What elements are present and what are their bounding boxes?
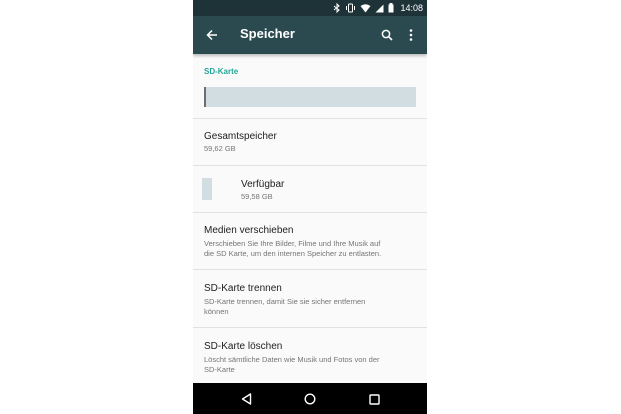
available-storage-value: 59,58 GB <box>241 192 273 201</box>
unmount-sd-card-subtitle-line-1: SD-Karte trennen, damit Sie sie sicher e… <box>204 297 366 306</box>
status-time: 14:08 <box>400 3 423 13</box>
total-storage-value: 59,62 GB <box>204 144 236 153</box>
total-storage-title: Gesamtspeicher <box>204 131 277 142</box>
erase-sd-card-title: SD-Karte löschen <box>204 341 283 352</box>
divider <box>193 165 427 166</box>
cell-signal-icon <box>375 4 384 13</box>
divider <box>193 212 427 213</box>
back-arrow-icon <box>206 29 217 41</box>
divider <box>193 118 427 119</box>
back-triangle-icon <box>241 393 251 405</box>
nav-back-button[interactable] <box>235 388 257 410</box>
move-media-title: Medien verschieben <box>204 225 294 236</box>
wifi-icon <box>360 3 371 13</box>
move-media-subtitle-line-1: Verschieben Sie Ihre Bilder, Filme und I… <box>204 239 381 248</box>
home-circle-icon <box>304 393 316 405</box>
available-storage-title: Verfügbar <box>241 179 285 190</box>
move-media-subtitle-line-2: die SD Karte, um den internen Speicher z… <box>204 249 382 258</box>
unmount-sd-card-title: SD-Karte trennen <box>204 283 282 294</box>
bluetooth-icon <box>333 3 341 13</box>
available-legend-swatch <box>202 178 212 200</box>
app-bar: Speicher <box>193 16 427 54</box>
search-icon <box>381 29 393 41</box>
erase-sd-card-subtitle-line-1: Löscht sämtliche Daten wie Musik und Fot… <box>204 355 380 364</box>
storage-used-fill <box>204 87 207 107</box>
status-icons: 14:08 <box>333 0 423 16</box>
nav-home-button[interactable] <box>299 388 321 410</box>
page-title: Speicher <box>240 26 295 41</box>
phone-screen: 14:08 Speicher SD-Karte Gesamtspeicher 5… <box>193 0 427 414</box>
search-button[interactable] <box>377 25 397 45</box>
more-vert-icon <box>409 29 413 41</box>
storage-settings-list: SD-Karte Gesamtspeicher 59,62 GB Verfügb… <box>193 54 427 383</box>
vibrate-icon <box>345 3 356 13</box>
battery-icon <box>388 3 394 13</box>
unmount-sd-card-subtitle-line-2: können <box>204 307 229 316</box>
back-button[interactable] <box>201 24 223 46</box>
recents-square-icon <box>368 393 380 405</box>
divider <box>193 327 427 328</box>
sd-card-section-header: SD-Karte <box>204 67 239 76</box>
nav-recents-button[interactable] <box>363 388 385 410</box>
status-bar: 14:08 <box>193 0 427 16</box>
navigation-bar <box>193 383 427 414</box>
divider <box>193 269 427 270</box>
more-options-button[interactable] <box>401 25 421 45</box>
erase-sd-card-subtitle-line-2: SD-Karte <box>204 365 235 374</box>
storage-usage-bar <box>204 87 416 107</box>
